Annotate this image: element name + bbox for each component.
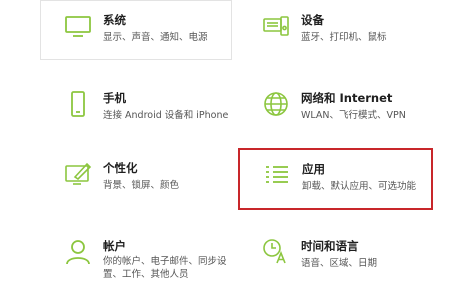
settings-tile-phone[interactable]: 手机 连接 Android 设备和 iPhone — [40, 78, 232, 138]
tile-description: WLAN、飞行模式、VPN — [301, 110, 406, 121]
tile-description: 卸载、默认应用、可选功能 — [302, 181, 417, 192]
time-language-icon — [261, 237, 291, 267]
tile-title: 系统 — [103, 13, 126, 27]
tile-title: 设备 — [301, 13, 324, 27]
tile-title: 手机 — [103, 91, 126, 105]
tile-description: 你的帐户、电子邮件、同步设置、工作、其他人员 — [103, 256, 227, 280]
settings-tile-network[interactable]: 网络和 Internet WLAN、飞行模式、VPN — [238, 78, 430, 138]
tile-description: 蓝牙、打印机、鼠标 — [301, 32, 387, 43]
settings-tile-system[interactable]: 系统 显示、声音、通知、电源 — [40, 0, 232, 60]
phone-icon — [63, 89, 93, 119]
tile-description: 语音、区域、日期 — [301, 258, 378, 269]
settings-tile-personalization[interactable]: 个性化 背景、锁屏、颜色 — [40, 148, 232, 208]
settings-tile-apps[interactable]: 应用 卸载、默认应用、可选功能 — [238, 148, 433, 210]
apps-list-icon — [262, 160, 292, 190]
devices-icon — [261, 11, 291, 41]
globe-icon — [261, 89, 291, 119]
tile-title: 应用 — [302, 162, 325, 176]
person-icon — [63, 237, 93, 267]
tile-title: 网络和 Internet — [301, 91, 393, 105]
tile-description: 显示、声音、通知、电源 — [103, 32, 208, 43]
tile-title: 时间和语言 — [301, 239, 359, 253]
tile-title: 个性化 — [103, 161, 138, 175]
tile-description: 背景、锁屏、颜色 — [103, 180, 180, 191]
settings-tile-time-language[interactable]: 时间和语言 语音、区域、日期 — [238, 226, 430, 282]
personalization-icon — [63, 159, 93, 189]
tile-title: 帐户 — [103, 239, 126, 253]
monitor-icon — [63, 11, 93, 41]
settings-tile-devices[interactable]: 设备 蓝牙、打印机、鼠标 — [238, 0, 430, 60]
settings-tile-accounts[interactable]: 帐户 你的帐户、电子邮件、同步设置、工作、其他人员 — [40, 226, 232, 282]
tile-description: 连接 Android 设备和 iPhone — [103, 110, 229, 121]
